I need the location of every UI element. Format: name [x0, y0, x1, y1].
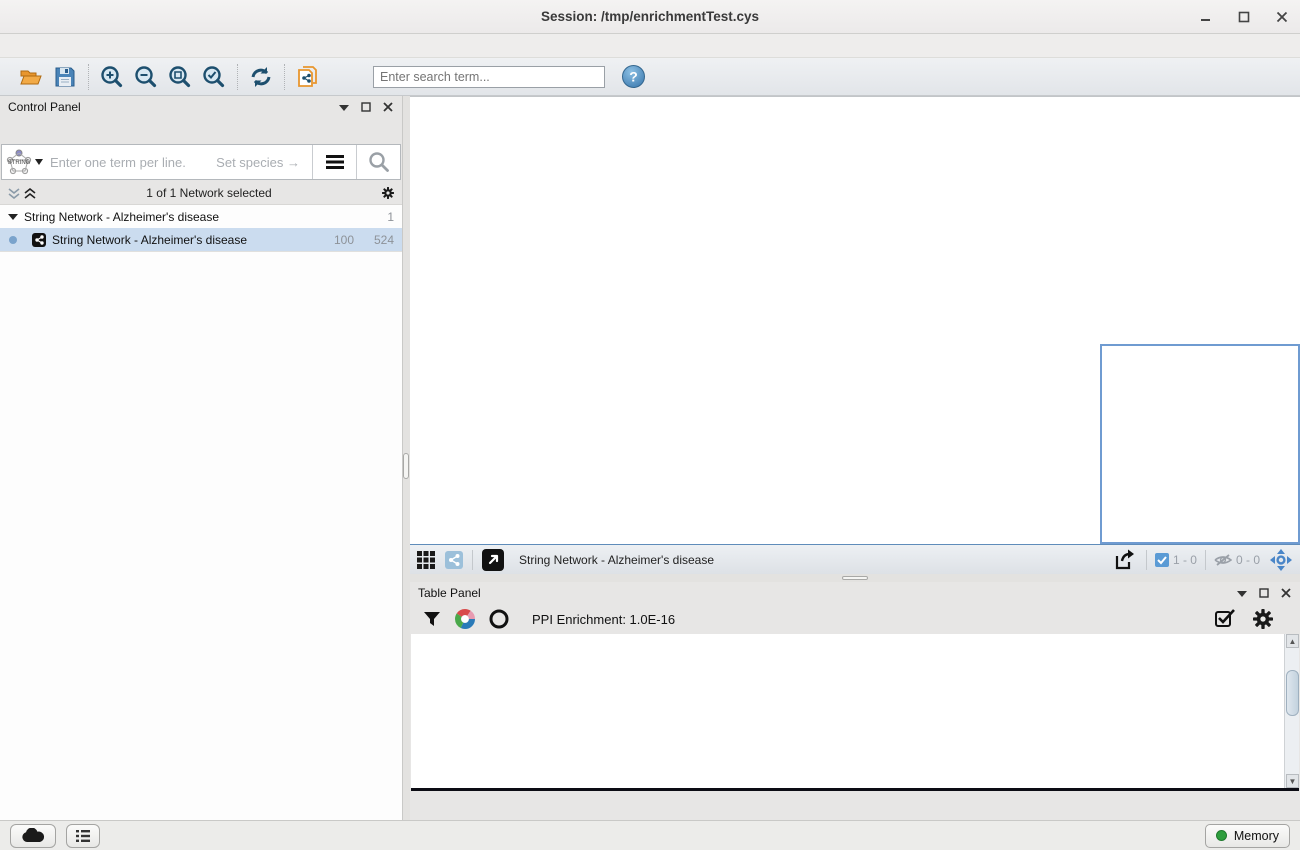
detach-view-icon[interactable] [481, 548, 505, 572]
table-settings-gear-icon[interactable] [1252, 608, 1274, 630]
status-bar: Memory [0, 820, 1300, 850]
network-selection-bar: 1 of 1 Network selected [0, 182, 402, 205]
string-logo-dropdown[interactable]: STRING [2, 145, 46, 179]
export-network-icon[interactable] [1112, 547, 1138, 573]
help-icon[interactable]: ? [619, 63, 647, 91]
control-panel-tabs [0, 118, 402, 142]
string-search-bar: STRING Set species → [1, 144, 401, 180]
zoom-selected-icon[interactable] [200, 63, 228, 91]
save-session-icon[interactable] [51, 63, 79, 91]
pan-tool-icon[interactable] [1268, 547, 1294, 573]
string-search-icon[interactable] [356, 145, 400, 179]
control-panel-titlebar: Control Panel [0, 96, 402, 118]
table-panel-title: Table Panel [418, 586, 481, 600]
panel-divider[interactable] [403, 96, 410, 820]
refresh-icon[interactable] [247, 63, 275, 91]
panel-close-icon[interactable] [1280, 587, 1292, 599]
minimize-button[interactable] [1198, 9, 1214, 25]
enrichment-toolbar: PPI Enrichment: 1.0E-16 [410, 604, 1300, 634]
memory-label: Memory [1234, 829, 1279, 843]
select-columns-icon[interactable] [1214, 608, 1236, 630]
enrichment-chart-icon[interactable] [454, 608, 476, 630]
panel-close-icon[interactable] [382, 101, 394, 113]
network-row[interactable]: String Network - Alzheimer's disease 100… [0, 228, 402, 251]
rings-toggle-icon[interactable] [488, 608, 510, 630]
search-input[interactable] [373, 66, 605, 88]
panel-menu-icon[interactable] [1236, 587, 1248, 599]
menu-bar [0, 34, 1300, 58]
table-panel: Table Panel PPI Enrichment: 1.0E-16 [410, 582, 1300, 820]
task-list-button[interactable] [66, 824, 100, 848]
svg-text:STRING: STRING [7, 160, 30, 166]
filter-icon[interactable] [422, 609, 442, 629]
scroll-up-icon[interactable]: ▲ [1286, 634, 1299, 648]
network-node-count: 100 [334, 233, 354, 247]
string-query-input[interactable] [46, 145, 216, 179]
network-edge-count: 524 [360, 233, 394, 247]
selection-status-text: 1 of 1 Network selected [36, 186, 382, 200]
cloud-icon [20, 828, 46, 844]
memory-button[interactable]: Memory [1205, 824, 1290, 848]
ppi-enrichment-text: PPI Enrichment: 1.0E-16 [532, 612, 1202, 627]
network-canvas[interactable] [410, 96, 1300, 544]
collection-label: String Network - Alzheimer's disease [24, 210, 219, 224]
close-button[interactable] [1274, 9, 1290, 25]
expand-all-icon[interactable] [24, 187, 36, 199]
table-scrollbar[interactable]: ▲ ▼ [1284, 634, 1299, 788]
network-view-title: String Network - Alzheimer's disease [519, 553, 1104, 567]
svg-text:?: ? [629, 69, 638, 85]
splitter-grip[interactable] [842, 576, 868, 580]
string-options-icon[interactable] [312, 145, 356, 179]
network-from-file-icon[interactable] [294, 63, 322, 91]
chevron-down-icon [35, 159, 43, 165]
collapse-all-icon[interactable] [8, 187, 20, 199]
control-panel: Control Panel STRING Set species → [0, 96, 403, 820]
table-panel-titlebar: Table Panel [410, 582, 1300, 604]
tree-expander-icon[interactable] [8, 213, 18, 221]
collection-count: 1 [387, 210, 394, 224]
open-file-icon[interactable] [17, 63, 45, 91]
scroll-down-icon[interactable]: ▼ [1286, 774, 1299, 788]
selected-checkbox-icon [1155, 553, 1169, 567]
window-title: Session: /tmp/enrichmentTest.cys [0, 9, 1300, 24]
list-icon [76, 829, 90, 843]
panel-float-icon[interactable] [360, 101, 372, 113]
title-bar: Session: /tmp/enrichmentTest.cys [0, 0, 1300, 34]
panel-float-icon[interactable] [1258, 587, 1270, 599]
zoom-out-icon[interactable] [132, 63, 160, 91]
panel-menu-icon[interactable] [338, 101, 350, 113]
grid-view-icon[interactable] [416, 550, 436, 570]
cytoscape-window: Session: /tmp/enrichmentTest.cys [0, 0, 1300, 850]
cloud-status-button[interactable] [10, 824, 56, 848]
control-panel-title: Control Panel [8, 100, 81, 114]
share-view-icon[interactable] [444, 550, 464, 570]
hidden-count-badge: 0 - 0 [1214, 553, 1260, 567]
zoom-in-icon[interactable] [98, 63, 126, 91]
view-toolbar: String Network - Alzheimer's disease 1 -… [410, 544, 1300, 574]
control-panel-empty-area [0, 252, 402, 820]
eye-off-icon [1214, 553, 1232, 567]
divider-handle[interactable] [403, 453, 409, 479]
table-tabs [410, 791, 1300, 819]
memory-status-dot [1216, 830, 1227, 841]
species-hint: Set species → [216, 145, 312, 179]
scroll-thumb[interactable] [1286, 670, 1299, 716]
main-toolbar: ? [0, 58, 1300, 96]
network-tree: String Network - Alzheimer's disease 1 S… [0, 205, 402, 252]
network-collection-row[interactable]: String Network - Alzheimer's disease 1 [0, 205, 402, 228]
horizontal-splitter[interactable] [410, 574, 1300, 582]
current-network-dot [8, 235, 18, 245]
network-label: String Network - Alzheimer's disease [52, 233, 247, 247]
enrichment-table-container[interactable]: ▲ ▼ [411, 634, 1299, 791]
birdseye-panel[interactable] [1100, 344, 1300, 544]
zoom-fit-icon[interactable] [166, 63, 194, 91]
selected-count-badge: 1 - 0 [1155, 553, 1197, 567]
maximize-button[interactable] [1236, 9, 1252, 25]
gear-icon[interactable] [382, 187, 394, 199]
network-type-icon [32, 233, 46, 247]
